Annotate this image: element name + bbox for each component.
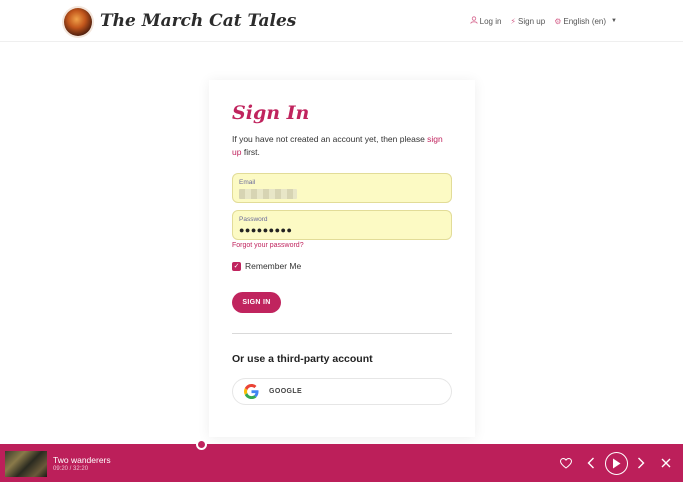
password-label: Password (239, 216, 268, 223)
track-title[interactable]: Two wanderers (53, 455, 111, 465)
google-label: GOOGLE (269, 388, 303, 395)
language-label: English (en) (563, 16, 607, 26)
previous-button[interactable] (586, 456, 596, 470)
close-player-button[interactable] (660, 456, 672, 470)
top-nav: Log in ⚡ Sign up ⚙ English (en) ▼ (470, 16, 617, 26)
email-label: Email (239, 179, 256, 186)
signin-title: Sign In (232, 102, 310, 124)
favorite-button[interactable] (560, 457, 572, 469)
site-logo[interactable] (64, 8, 92, 36)
login-label: Log in (479, 16, 502, 26)
caret-down-icon: ▼ (611, 18, 617, 24)
chevron-right-icon (638, 457, 645, 469)
site-header: The March Cat Tales Log in ⚡ Sign up ⚙ E… (0, 0, 683, 42)
signup-link[interactable]: ⚡ Sign up (510, 16, 545, 26)
language-selector[interactable]: ⚙ English (en) ▼ (554, 16, 617, 26)
user-icon (470, 16, 478, 26)
password-value: ●●●●●●●●● (239, 225, 293, 235)
signin-intro: If you have not created an account yet, … (232, 133, 452, 159)
signin-card: Sign In If you have not created an accou… (209, 80, 475, 437)
audio-player-bar: Two wanderers 09:20 / 32:20 (0, 444, 683, 482)
play-button[interactable] (605, 452, 628, 475)
email-field[interactable]: Email (232, 173, 452, 203)
remember-checkbox[interactable]: ✓ (232, 261, 241, 271)
remember-label: Remember Me (245, 261, 302, 271)
signup-icon: ⚡ (510, 16, 517, 26)
divider (232, 333, 452, 334)
play-icon (613, 458, 621, 469)
signin-button[interactable]: SIGN IN (232, 292, 281, 313)
gear-icon: ⚙ (554, 16, 562, 26)
site-title[interactable]: The March Cat Tales (100, 11, 296, 31)
signup-label: Sign up (518, 16, 546, 26)
heart-icon (560, 457, 572, 469)
email-value-redacted (239, 189, 297, 199)
google-signin-button[interactable]: GOOGLE (232, 378, 452, 405)
close-icon (661, 458, 671, 468)
third-party-heading: Or use a third-party account (232, 353, 373, 365)
intro-prefix: If you have not created an account yet, … (232, 134, 428, 144)
track-thumbnail[interactable] (5, 451, 47, 477)
login-link[interactable]: Log in (470, 16, 502, 26)
chevron-left-icon (587, 457, 594, 469)
progress-slider-handle[interactable] (196, 439, 207, 450)
next-button[interactable] (636, 456, 646, 470)
track-time: 09:20 / 32:20 (53, 466, 89, 472)
google-icon (244, 384, 259, 399)
forgot-password-link[interactable]: Forgot your password? (232, 242, 304, 249)
password-field[interactable]: Password ●●●●●●●●● (232, 210, 452, 240)
remember-me[interactable]: ✓ Remember Me (232, 261, 301, 271)
intro-suffix: first. (241, 147, 260, 157)
